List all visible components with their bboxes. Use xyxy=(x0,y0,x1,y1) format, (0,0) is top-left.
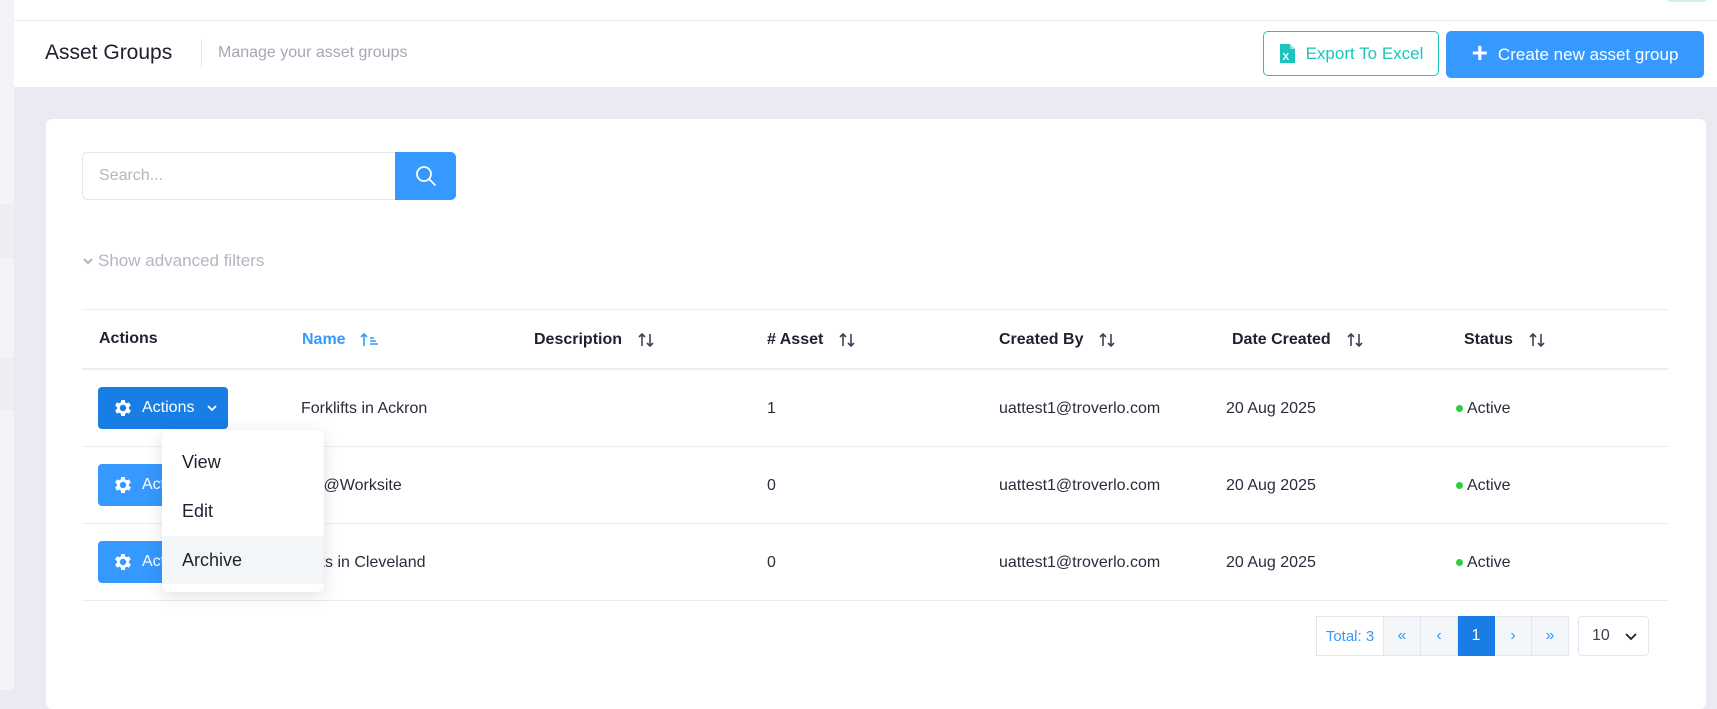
excel-icon: X xyxy=(1279,44,1295,63)
advanced-filters-label: Show advanced filters xyxy=(98,251,265,270)
sort-icon xyxy=(1347,332,1363,348)
status-dot xyxy=(1456,405,1463,413)
first-page-button[interactable]: « xyxy=(1384,616,1421,656)
column-label: Created By xyxy=(999,331,1084,348)
page-size-value: 10 xyxy=(1592,627,1610,644)
search-bar xyxy=(82,152,456,200)
gear-icon xyxy=(115,400,131,416)
search-icon xyxy=(415,166,436,186)
cell-name: cks in Cleveland xyxy=(309,554,426,571)
column-label: Status xyxy=(1464,331,1513,348)
sidebar-edge-mark xyxy=(0,204,14,258)
column-label: Date Created xyxy=(1232,331,1331,348)
sort-asc-icon xyxy=(360,332,378,346)
cell-name: Forklifts in Ackron xyxy=(301,400,428,417)
table-header: Actions Name Description # Asset Created… xyxy=(82,309,1668,370)
column-label: # Asset xyxy=(767,331,824,348)
column-header-actions: Actions xyxy=(99,330,158,348)
cell-created-by: uattest1@troverlo.com xyxy=(999,554,1161,571)
search-button[interactable] xyxy=(395,152,456,200)
column-header-date-created[interactable]: Date Created xyxy=(1232,330,1365,350)
sort-icon xyxy=(638,332,654,348)
sidebar-edge-mark xyxy=(0,358,14,410)
cell-status: Active xyxy=(1456,400,1511,418)
status-label: Active xyxy=(1467,554,1511,571)
page-1-button[interactable]: 1 xyxy=(1458,616,1495,656)
gear-icon xyxy=(115,554,131,570)
sort-icon xyxy=(1529,332,1545,348)
cell-created-by: uattest1@troverlo.com xyxy=(999,400,1161,417)
page-subtitle: Manage your asset groups xyxy=(218,44,408,61)
left-sidebar-edge xyxy=(0,0,14,690)
create-asset-group-button[interactable]: + Create new asset group xyxy=(1446,31,1704,78)
column-label: Description xyxy=(534,331,623,348)
column-header-status[interactable]: Status xyxy=(1464,330,1547,350)
gear-icon xyxy=(115,477,131,493)
search-input[interactable] xyxy=(82,152,396,200)
plus-icon: + xyxy=(1471,37,1488,68)
column-label: Name xyxy=(302,331,346,348)
svg-text:X: X xyxy=(1282,52,1289,63)
cell-asset-count: 0 xyxy=(767,554,776,571)
top-bar xyxy=(14,0,1717,21)
show-advanced-filters-toggle[interactable]: Show advanced filters xyxy=(82,251,264,271)
previous-page-button[interactable]: ‹ xyxy=(1421,616,1458,656)
row-actions-button[interactable]: Actions xyxy=(98,387,228,429)
column-header-name[interactable]: Name xyxy=(302,330,380,350)
page-size-select[interactable]: 10 xyxy=(1578,616,1649,656)
status-label: Active xyxy=(1467,477,1511,494)
dropdown-item-archive[interactable]: Archive xyxy=(162,536,324,584)
column-header-created-by[interactable]: Created By xyxy=(999,330,1117,350)
status-dot xyxy=(1456,482,1463,490)
create-label: Create new asset group xyxy=(1497,44,1679,64)
last-page-button[interactable]: » xyxy=(1532,616,1569,656)
subheader: Asset Groups Manage your asset groups X … xyxy=(14,21,1717,87)
dropdown-item-view[interactable]: View xyxy=(162,438,324,486)
dropdown-item-edit[interactable]: Edit xyxy=(162,487,324,535)
page-title: Asset Groups xyxy=(45,41,173,64)
cell-name: ls@Worksite xyxy=(312,477,402,494)
status-dot xyxy=(1456,559,1463,567)
cell-status: Active xyxy=(1456,554,1511,572)
cell-status: Active xyxy=(1456,477,1511,495)
title-separator xyxy=(201,39,202,67)
actions-label: Actions xyxy=(142,399,195,416)
cell-date-created: 20 Aug 2025 xyxy=(1226,477,1316,494)
asset-groups-card: Show advanced filters Actions Name Descr… xyxy=(46,119,1706,709)
sort-icon xyxy=(1099,332,1116,348)
row-actions-dropdown: View Edit Archive xyxy=(162,430,324,592)
cell-asset-count: 0 xyxy=(767,477,776,494)
pagination-total: Total: 3 xyxy=(1316,616,1384,656)
cell-created-by: uattest1@troverlo.com xyxy=(999,477,1161,494)
cell-date-created: 20 Aug 2025 xyxy=(1226,400,1316,417)
export-label: Export To Excel xyxy=(1305,43,1424,63)
chevron-down-icon xyxy=(1625,633,1637,641)
column-header-description[interactable]: Description xyxy=(534,330,656,350)
status-label: Active xyxy=(1467,400,1511,417)
column-header-asset-count[interactable]: # Asset xyxy=(767,330,857,350)
export-to-excel-button[interactable]: X Export To Excel xyxy=(1263,31,1439,76)
cell-date-created: 20 Aug 2025 xyxy=(1226,554,1316,571)
column-label: Actions xyxy=(99,330,158,347)
pagination: Total: 3 « ‹ 1 › » xyxy=(1316,616,1569,656)
next-page-button[interactable]: › xyxy=(1495,616,1532,656)
cell-asset-count: 1 xyxy=(767,400,776,417)
chevron-down-icon xyxy=(83,258,93,265)
chevron-down-icon xyxy=(207,405,218,412)
top-bar-corner xyxy=(1667,0,1707,2)
sort-icon xyxy=(839,332,855,348)
